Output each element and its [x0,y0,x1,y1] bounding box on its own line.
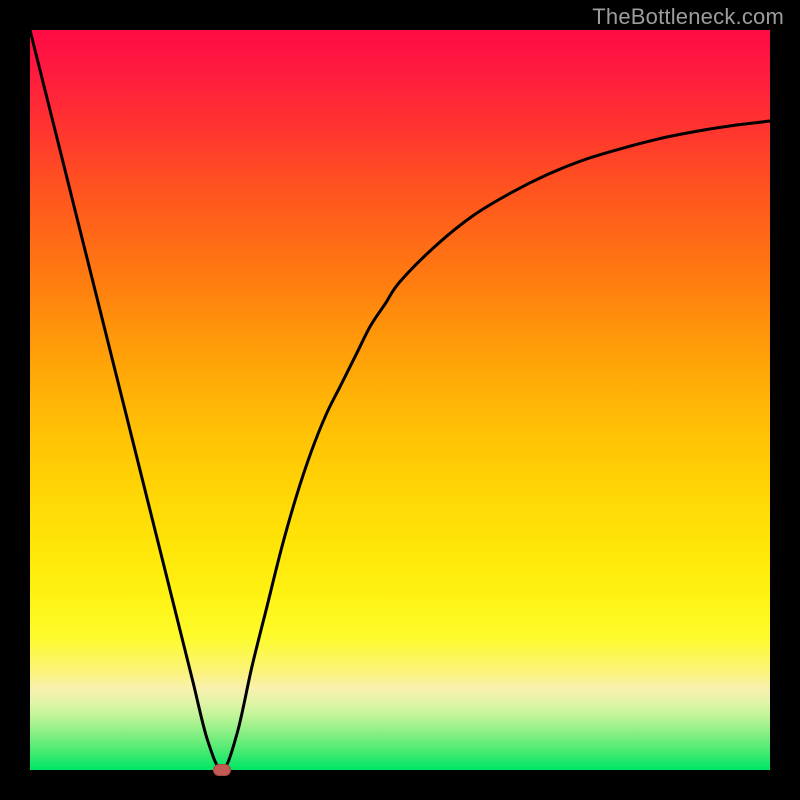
attribution-text: TheBottleneck.com [592,4,784,30]
bottleneck-curve [30,30,770,770]
minimum-marker [213,764,231,776]
plot-area [30,30,770,770]
chart-frame: TheBottleneck.com [0,0,800,800]
